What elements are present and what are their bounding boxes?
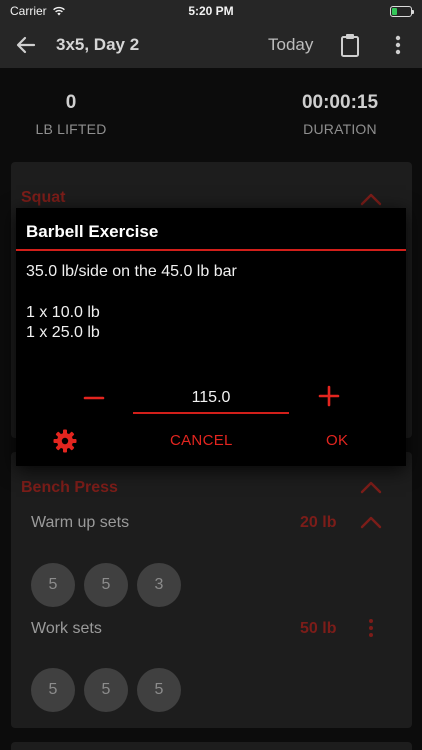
- wifi-icon: [52, 6, 65, 16]
- warmup-sets-label: Warm up sets: [31, 514, 130, 531]
- carrier-label: Carrier: [10, 4, 47, 18]
- more-vertical-icon[interactable]: [391, 35, 405, 55]
- weight-input[interactable]: [133, 384, 289, 414]
- status-time: 5:20 PM: [188, 4, 234, 18]
- chevron-up-icon[interactable]: [360, 515, 382, 529]
- warmup-rep-bubble[interactable]: 3: [137, 563, 181, 607]
- lb-lifted-value: 0: [65, 92, 77, 113]
- ok-button[interactable]: OK: [326, 432, 348, 449]
- status-bar: Carrier 5:20 PM: [0, 0, 422, 22]
- duration-label: DURATION: [303, 121, 377, 137]
- increment-button[interactable]: [317, 384, 341, 408]
- barbell-exercise-dialog: Barbell Exercise 35.0 lb/side on the 45.…: [16, 208, 406, 466]
- work-rep-bubble[interactable]: 5: [31, 668, 75, 712]
- exercise-card-bench-press: Bench Press Warm up sets 20 lb 5 5 3 Wor…: [11, 452, 412, 728]
- gear-icon[interactable]: [53, 429, 77, 453]
- warmup-rep-bubble[interactable]: 5: [84, 563, 128, 607]
- work-weight[interactable]: 50 lb: [300, 620, 336, 638]
- app-bar: 3x5, Day 2 Today: [0, 22, 422, 68]
- battery-level: [391, 7, 398, 15]
- lb-lifted-label: LB LIFTED: [35, 121, 107, 137]
- chevron-up-icon[interactable]: [360, 480, 382, 494]
- clipboard-icon[interactable]: [340, 33, 360, 57]
- warmup-weight[interactable]: 20 lb: [300, 514, 336, 532]
- battery-icon: [389, 5, 414, 17]
- page-title: 3x5, Day 2: [56, 35, 140, 54]
- exercise-title-bench-press[interactable]: Bench Press: [21, 479, 118, 497]
- chevron-up-icon[interactable]: [360, 192, 382, 206]
- back-arrow-icon[interactable]: [16, 35, 36, 55]
- dialog-title: Barbell Exercise: [26, 222, 159, 241]
- exercise-title-squat[interactable]: Squat: [21, 189, 65, 207]
- today-button[interactable]: Today: [268, 35, 313, 55]
- dialog-divider: [16, 249, 406, 251]
- cancel-button[interactable]: CANCEL: [170, 432, 233, 449]
- duration-value: 00:00:15: [301, 92, 379, 113]
- status-left: Carrier: [10, 4, 130, 18]
- work-sets-label: Work sets: [31, 620, 102, 637]
- decrement-button[interactable]: [82, 386, 106, 410]
- workout-stats: 0 LB LIFTED 00:00:15 DURATION: [0, 68, 422, 158]
- plate-line: 1 x 25.0 lb: [26, 324, 100, 341]
- work-rep-bubble[interactable]: 5: [84, 668, 128, 712]
- exercise-card-next: [11, 742, 412, 750]
- warmup-rep-bubble[interactable]: 5: [31, 563, 75, 607]
- status-right: [292, 5, 414, 17]
- work-rep-bubble[interactable]: 5: [137, 668, 181, 712]
- plate-line: 1 x 10.0 lb: [26, 304, 100, 321]
- plate-summary: 35.0 lb/side on the 45.0 lb bar: [26, 263, 237, 280]
- more-vertical-icon[interactable]: [368, 618, 374, 638]
